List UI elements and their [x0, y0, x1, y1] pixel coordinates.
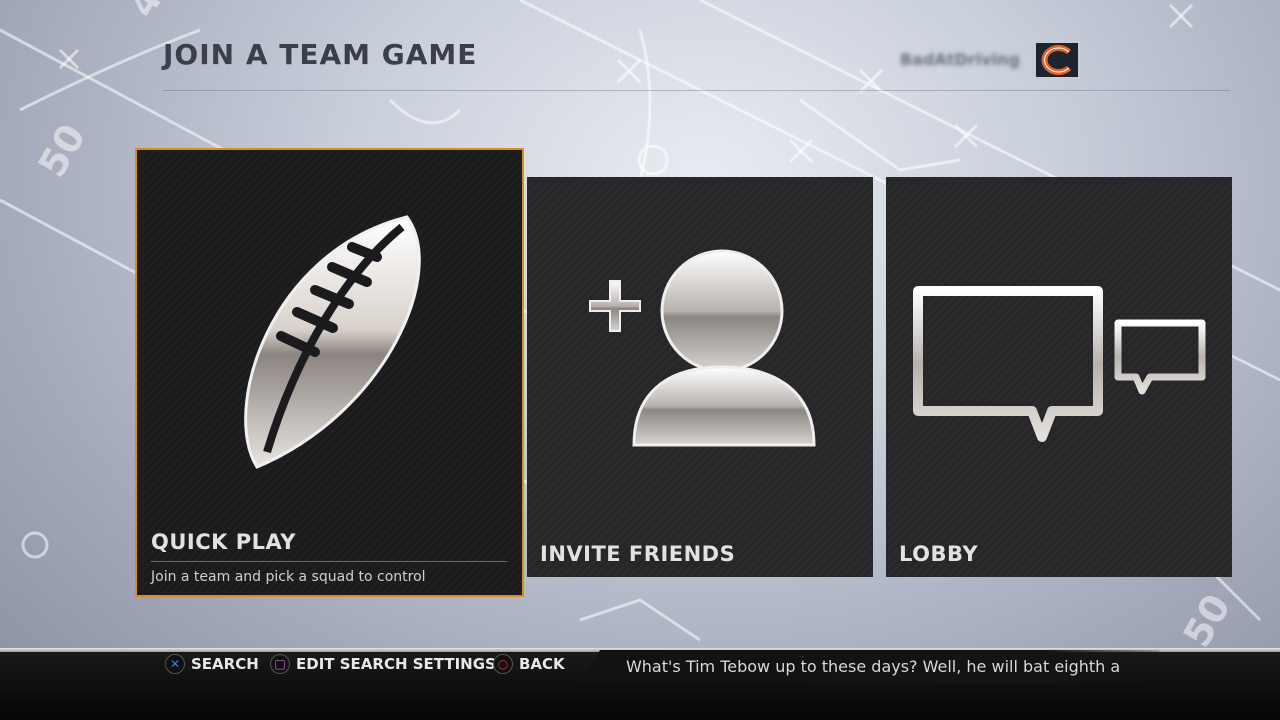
- hint-label: BACK: [519, 655, 565, 673]
- invite-friends-tile[interactable]: INVITE FRIENDS: [527, 177, 873, 577]
- tile-label: LOBBY: [899, 542, 979, 566]
- svg-text:50: 50: [1175, 587, 1240, 650]
- add-friend-icon: [589, 249, 816, 447]
- header-divider: [163, 90, 1230, 91]
- gamertag: BadAtDriving: [900, 50, 1020, 69]
- news-ticker: What's Tim Tebow up to these days? Well,…: [580, 650, 1160, 684]
- cross-button-icon: ✕: [165, 654, 185, 674]
- hint-label: SEARCH: [191, 655, 259, 673]
- quick-play-tile[interactable]: QUICK PLAY Join a team and pick a squad …: [135, 148, 524, 597]
- football-icon: [244, 215, 421, 469]
- tile-divider: [151, 561, 507, 562]
- hint-label: EDIT SEARCH SETTINGS: [296, 655, 496, 673]
- yard-number-50: 50: [30, 117, 95, 185]
- svg-text:40: 40: [120, 0, 185, 25]
- back-button-hint[interactable]: ○ BACK: [493, 653, 565, 675]
- square-button-icon: □: [270, 654, 290, 674]
- team-logo-icon: [1034, 41, 1080, 79]
- chat-bubbles-icon: [913, 286, 1206, 442]
- edit-search-settings-button-hint[interactable]: □ EDIT SEARCH SETTINGS: [270, 653, 496, 675]
- tile-label: INVITE FRIENDS: [540, 542, 736, 566]
- tile-description: Join a team and pick a squad to control: [151, 569, 426, 585]
- lobby-tile[interactable]: LOBBY: [886, 177, 1232, 577]
- circle-button-icon: ○: [493, 654, 513, 674]
- ticker-text: What's Tim Tebow up to these days? Well,…: [625, 657, 1121, 676]
- page-title: JOIN A TEAM GAME: [163, 38, 478, 71]
- tile-label: QUICK PLAY: [151, 530, 296, 554]
- search-button-hint[interactable]: ✕ SEARCH: [165, 653, 259, 675]
